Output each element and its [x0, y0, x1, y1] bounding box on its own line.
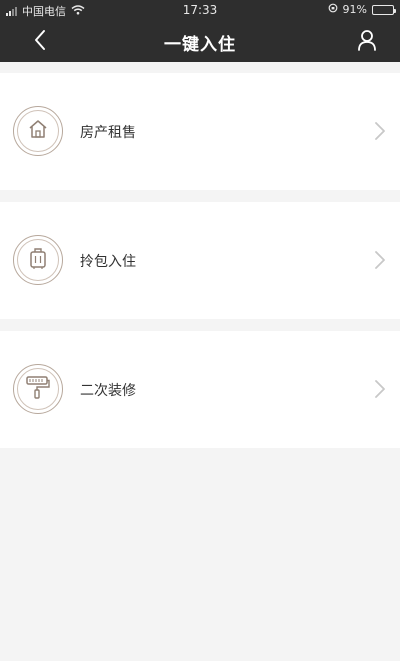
user-button[interactable]: [352, 27, 382, 57]
battery-icon: [372, 4, 396, 15]
page-title: 一键入住: [164, 35, 236, 55]
status-bar: 中国电信 17:33 91%: [0, 0, 400, 20]
nav-bar: 一键入住: [0, 20, 400, 62]
chevron-right-icon: [372, 119, 388, 143]
menu-item-label: 房产租售: [80, 125, 136, 141]
menu-item-property[interactable]: 房产租售: [0, 73, 400, 190]
paint-roller-icon: [25, 374, 51, 404]
menu-item-renovation[interactable]: 二次装修: [0, 331, 400, 448]
top-bar: 中国电信 17:33 91% 一键入住: [0, 0, 400, 62]
user-icon: [357, 29, 377, 55]
house-icon: [27, 118, 49, 144]
menu-item-icon-ring: [13, 106, 63, 156]
menu-item-move-in[interactable]: 拎包入住: [0, 202, 400, 319]
chevron-right-icon: [372, 377, 388, 401]
luggage-icon: [27, 246, 49, 274]
battery-percent: 91%: [342, 3, 367, 16]
menu-item-label: 二次装修: [80, 383, 136, 399]
chevron-right-icon: [372, 248, 388, 272]
menu-item-icon-ring: [13, 235, 63, 285]
menu-item-label: 拎包入住: [80, 254, 136, 270]
menu-item-icon-ring: [13, 364, 63, 414]
orientation-lock-icon: [328, 3, 338, 16]
